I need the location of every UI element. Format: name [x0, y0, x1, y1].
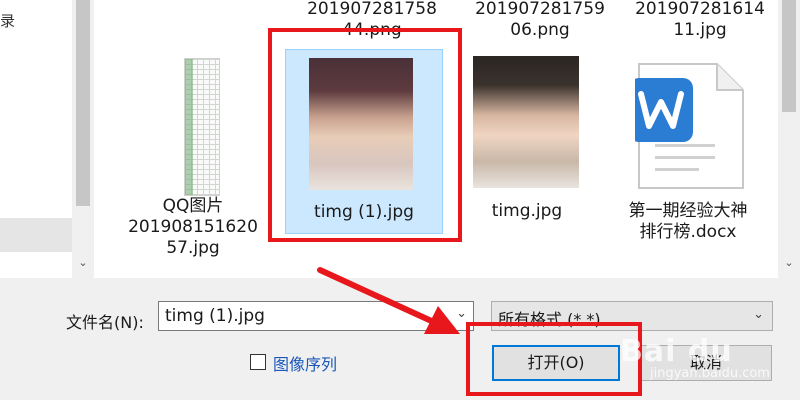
- file-item[interactable]: 第一期经验大神 排行榜.docx: [603, 50, 773, 250]
- watermark-url: jingyan.baidu.com: [650, 366, 770, 381]
- image-thumbnail: [473, 56, 579, 188]
- filename-label: 文件名(N):: [66, 313, 144, 332]
- file-name: timg.jpg: [491, 201, 563, 221]
- file-name[interactable]: 201907281759 06.png: [455, 0, 625, 41]
- scroll-down-icon[interactable]: ⌄: [778, 256, 800, 269]
- image-sequence-checkbox[interactable]: [250, 354, 266, 370]
- nav-selected-item[interactable]: [0, 218, 72, 252]
- file-item[interactable]: QQ图片 201908151620 57.jpg: [108, 50, 278, 272]
- file-list-scrollbar-thumb[interactable]: [782, 0, 796, 112]
- nav-scrollbar-thumb[interactable]: [76, 0, 90, 206]
- file-name: QQ图片 201908151620 57.jpg: [128, 196, 258, 258]
- file-name[interactable]: 201907281614 11.jpg: [615, 0, 778, 41]
- nav-item-fragment[interactable]: 录: [0, 10, 15, 31]
- file-name: 第一期经验大神 排行榜.docx: [628, 201, 748, 242]
- word-document-icon: [635, 63, 744, 189]
- annotation-highlight-file: [268, 28, 462, 242]
- watermark-logo: Bai du: [620, 334, 733, 369]
- file-item[interactable]: timg.jpg: [442, 50, 612, 230]
- image-thumbnail: [184, 58, 220, 196]
- file-list-scrollbar[interactable]: ⌄: [778, 0, 800, 278]
- annotation-highlight-open: [466, 322, 642, 396]
- nav-scrollbar[interactable]: ⌄: [72, 0, 94, 278]
- scroll-down-icon[interactable]: ⌄: [72, 256, 94, 269]
- image-sequence-label[interactable]: 图像序列: [273, 351, 337, 375]
- filename-value: timg (1).jpg: [165, 306, 265, 326]
- chevron-down-icon: ⌄: [753, 307, 764, 322]
- annotation-arrow: [317, 267, 460, 334]
- navigation-pane[interactable]: 录: [0, 0, 72, 278]
